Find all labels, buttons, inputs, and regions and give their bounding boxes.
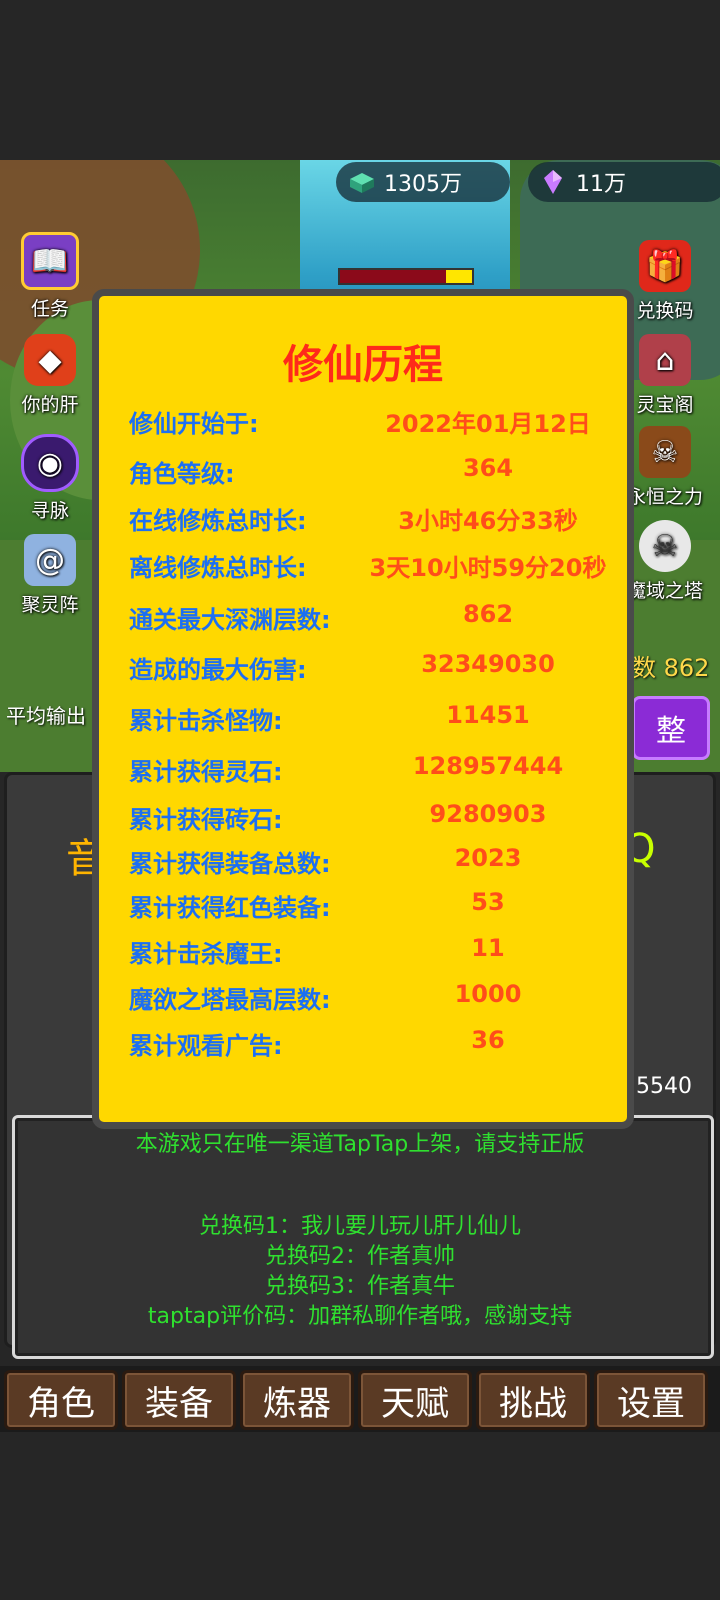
- task-button[interactable]: 📖 任务: [0, 232, 100, 321]
- jade-amount: 1305万: [384, 172, 462, 197]
- gift-icon: 🎁: [639, 240, 691, 292]
- tab-equipment[interactable]: 装备: [122, 1370, 236, 1430]
- stat-label: 累计获得装备总数:: [129, 850, 331, 878]
- stat-label: 累计获得灵石:: [129, 758, 283, 786]
- notice-line-1: 本游戏只在唯一渠道TapTap上架，请支持正版: [135, 1132, 585, 1157]
- notice-line-5: taptap评价码：加群私聊作者哦，感谢支持: [147, 1304, 573, 1329]
- cultivation-history-dialog[interactable]: 修仙历程 修仙开始于: 2022年01月12日 角色等级: 364 在线修炼总时…: [92, 289, 634, 1129]
- task-label: 任务: [30, 298, 69, 320]
- stat-label: 累计获得红色装备:: [129, 894, 331, 922]
- crystal-currency: 11万: [528, 162, 720, 202]
- notice-line-3: 兑换码2：作者真帅: [265, 1244, 455, 1269]
- partial-number: 5540: [636, 1074, 692, 1099]
- stat-label: 离线修炼总时长:: [129, 554, 307, 582]
- liver-button[interactable]: ◆ 你的肝: [0, 334, 100, 417]
- stat-row: 累计获得红色装备: 53: [99, 888, 627, 928]
- spiral-stone-icon: @: [24, 534, 76, 586]
- stat-row: 离线修炼总时长: 3天10小时59分20秒: [99, 548, 627, 588]
- redeem-label: 兑换码: [636, 300, 694, 322]
- book-icon: 📖: [21, 232, 79, 290]
- stat-value: 36: [471, 1026, 505, 1054]
- stat-row: 累计获得砖石: 9280903: [99, 800, 627, 840]
- notice-line-4: 兑换码3：作者真牛: [265, 1274, 455, 1299]
- stat-value: 9280903: [429, 800, 547, 828]
- stat-value: 2023: [454, 844, 522, 872]
- crystal-amount: 11万: [576, 172, 626, 197]
- stat-value: 1000: [454, 980, 522, 1008]
- tab-forge[interactable]: 炼器: [240, 1370, 354, 1430]
- spirit-array-label: 聚灵阵: [21, 594, 79, 616]
- stat-value: 3天10小时59分20秒: [369, 554, 607, 582]
- nav-bar-area: [0, 1432, 720, 1600]
- stat-row: 修仙开始于: 2022年01月12日: [99, 404, 627, 444]
- stat-label: 累计观看广告:: [129, 1032, 283, 1060]
- spirit-array-button[interactable]: @ 聚灵阵: [0, 534, 100, 617]
- notice-line-2: 兑换码1：我儿要儿玩儿肝儿仙儿: [199, 1214, 521, 1239]
- stat-row: 累计击杀怪物: 11451: [99, 701, 627, 741]
- red-gem-icon: ◆: [24, 334, 76, 386]
- pulse-button[interactable]: ◉ 寻脉: [0, 434, 100, 523]
- avg-output-label: 平均输出: [6, 704, 86, 728]
- dialog-title: 修仙历程: [283, 342, 443, 388]
- shop-icon: ⌂: [639, 334, 691, 386]
- stat-row: 通关最大深渊层数: 862: [99, 600, 627, 640]
- stat-value: 128957444: [412, 752, 564, 780]
- stat-value: 2022年01月12日: [385, 410, 591, 438]
- stat-label: 累计获得砖石:: [129, 806, 283, 834]
- pulse-label: 寻脉: [30, 500, 69, 522]
- stat-row: 累计观看广告: 36: [99, 1026, 627, 1066]
- jade-stone-icon: [350, 173, 374, 193]
- floor-count: 数 862: [632, 654, 710, 682]
- jade-currency: 1305万: [336, 162, 510, 202]
- stat-value: 364: [462, 454, 514, 482]
- boss-hp-bar: [338, 268, 474, 285]
- tower-label: 魔域之塔: [626, 580, 703, 602]
- shop-label: 灵宝阁: [636, 394, 694, 416]
- stat-value: 3小时46分33秒: [398, 507, 578, 535]
- stat-label: 累计击杀怪物:: [129, 707, 283, 735]
- purple-crystal-icon: [544, 170, 562, 194]
- stat-row: 魔欲之塔最高层数: 1000: [99, 980, 627, 1020]
- stat-row: 角色等级: 364: [99, 454, 627, 494]
- stat-label: 造成的最大伤害:: [129, 656, 307, 684]
- stat-row: 累计获得装备总数: 2023: [99, 844, 627, 884]
- stat-value: 53: [471, 888, 505, 916]
- demon-skull-icon: ☠: [639, 426, 691, 478]
- stat-value: 11: [471, 934, 505, 962]
- tab-character[interactable]: 角色: [4, 1370, 118, 1430]
- stat-label: 修仙开始于:: [129, 410, 259, 438]
- stat-row: 在线修炼总时长: 3小时46分33秒: [99, 501, 627, 541]
- stat-label: 通关最大深渊层数:: [129, 606, 331, 634]
- liver-label: 你的肝: [21, 394, 79, 416]
- adjust-button[interactable]: 整: [632, 696, 710, 760]
- stat-row: 造成的最大伤害: 32349030: [99, 650, 627, 690]
- stat-value: 862: [462, 600, 514, 628]
- stat-label: 魔欲之塔最高层数:: [129, 986, 331, 1014]
- bottom-tab-bar: 角色 装备 炼器 天赋 挑战 设置: [0, 1366, 720, 1434]
- stat-row: 累计击杀魔王: 11: [99, 934, 627, 974]
- stat-label: 角色等级:: [129, 460, 235, 488]
- skull-icon: ☠: [639, 520, 691, 572]
- tab-talent[interactable]: 天赋: [358, 1370, 472, 1430]
- eye-icon: ◉: [21, 434, 79, 492]
- stat-label: 在线修炼总时长:: [129, 507, 307, 535]
- stat-value: 32349030: [421, 650, 555, 678]
- status-bar-area: [0, 0, 720, 160]
- stat-row: 累计获得灵石: 128957444: [99, 752, 627, 792]
- stat-label: 累计击杀魔王:: [129, 940, 283, 968]
- tab-settings[interactable]: 设置: [594, 1370, 708, 1430]
- stat-value: 11451: [446, 701, 530, 729]
- tab-challenge[interactable]: 挑战: [476, 1370, 590, 1430]
